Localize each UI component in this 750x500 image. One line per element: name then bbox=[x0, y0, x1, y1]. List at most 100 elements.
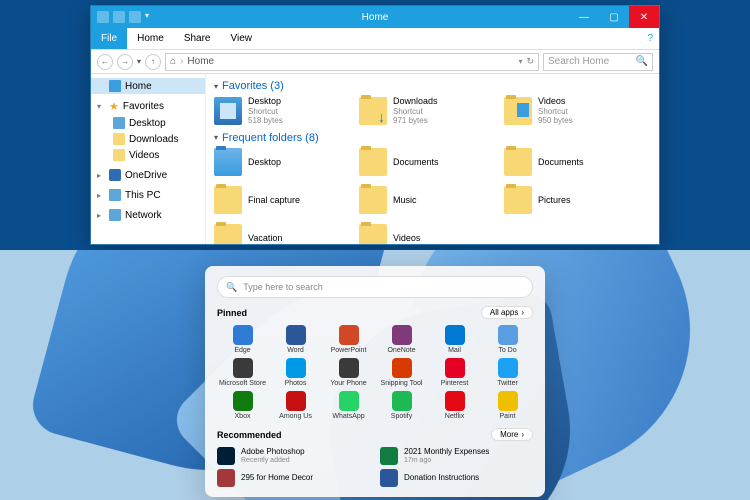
pinned-app[interactable]: Photos bbox=[270, 358, 321, 387]
nav-desktop[interactable]: Desktop bbox=[91, 115, 205, 131]
folder-icon bbox=[504, 186, 532, 214]
pinned-app[interactable]: Among Us bbox=[270, 391, 321, 420]
home-icon bbox=[109, 80, 121, 92]
close-button[interactable]: ✕ bbox=[629, 6, 659, 28]
pinned-app[interactable]: OneNote bbox=[376, 325, 427, 354]
frequent-folder[interactable]: Music bbox=[359, 186, 494, 214]
frequent-header[interactable]: ▾Frequent folders (8) bbox=[214, 132, 651, 144]
recommended-item[interactable]: 2021 Monthly Expenses 17m ago bbox=[380, 447, 533, 465]
app-label: PowerPoint bbox=[331, 347, 367, 354]
app-icon bbox=[392, 358, 412, 378]
tab-home[interactable]: Home bbox=[127, 28, 174, 49]
nav-thispc[interactable]: ▸This PC bbox=[91, 187, 205, 203]
nav-network[interactable]: ▸Network bbox=[91, 207, 205, 223]
rec-name: 2021 Monthly Expenses bbox=[404, 448, 489, 457]
chevron-right-icon: › bbox=[521, 308, 524, 317]
recommended-label: Recommended bbox=[217, 430, 282, 440]
app-icon bbox=[445, 391, 465, 411]
qat-icon[interactable] bbox=[129, 11, 141, 23]
more-button[interactable]: More› bbox=[491, 428, 533, 441]
favorite-item[interactable]: Videos Shortcut 950 bytes bbox=[504, 96, 639, 126]
frequent-folder[interactable]: Desktop bbox=[214, 148, 349, 176]
chevron-down-icon[interactable]: ▾ bbox=[518, 57, 522, 66]
folder-icon bbox=[113, 149, 125, 161]
minimize-button[interactable]: — bbox=[569, 6, 599, 28]
app-label: Your Phone bbox=[330, 380, 366, 387]
recommended-item[interactable]: Adobe Photoshop Recently added bbox=[217, 447, 370, 465]
app-label: Paint bbox=[500, 413, 516, 420]
app-label: Photos bbox=[285, 380, 307, 387]
frequent-folder[interactable]: Final capture bbox=[214, 186, 349, 214]
start-search-input[interactable]: 🔍 Type here to search bbox=[217, 276, 533, 298]
nav-favorites[interactable]: ▾★Favorites bbox=[91, 98, 205, 115]
frequent-folder[interactable]: Pictures bbox=[504, 186, 639, 214]
favorite-item[interactable]: Downloads Shortcut 971 bytes bbox=[359, 96, 494, 126]
tab-file[interactable]: File bbox=[91, 28, 127, 49]
pinned-app[interactable]: Your Phone bbox=[323, 358, 374, 387]
pinned-app[interactable]: Netflix bbox=[429, 391, 480, 420]
up-button[interactable]: ↑ bbox=[145, 54, 161, 70]
folder-icon bbox=[504, 148, 532, 176]
quick-access-toolbar: ▾ bbox=[91, 11, 149, 23]
pinned-app[interactable]: Paint bbox=[482, 391, 533, 420]
file-icon bbox=[380, 447, 398, 465]
chevron-down-icon[interactable]: ▾ bbox=[137, 57, 141, 66]
nav-onedrive[interactable]: ▸OneDrive bbox=[91, 167, 205, 183]
favorites-header[interactable]: ▾Favorites (3) bbox=[214, 80, 651, 92]
app-icon bbox=[498, 358, 518, 378]
address-bar: ← → ▾ ↑ ⌂ › Home ▾ ↻ Search Home 🔍 bbox=[91, 50, 659, 74]
pinned-app[interactable]: Microsoft Store bbox=[217, 358, 268, 387]
pinned-app[interactable]: PowerPoint bbox=[323, 325, 374, 354]
qat-icon[interactable] bbox=[113, 11, 125, 23]
nav-home[interactable]: Home bbox=[91, 78, 205, 94]
favorite-item[interactable]: Desktop Shortcut 518 bytes bbox=[214, 96, 349, 126]
home-icon: ⌂ bbox=[170, 56, 176, 67]
nav-videos[interactable]: Videos bbox=[91, 147, 205, 163]
search-placeholder: Search Home bbox=[548, 56, 609, 67]
app-label: To Do bbox=[498, 347, 516, 354]
folder-icon[interactable] bbox=[97, 11, 109, 23]
pinned-app[interactable]: Pinterest bbox=[429, 358, 480, 387]
window-title: Home bbox=[362, 12, 389, 23]
rec-name: Adobe Photoshop bbox=[241, 448, 305, 457]
frequent-folder[interactable]: Documents bbox=[359, 148, 494, 176]
back-button[interactable]: ← bbox=[97, 54, 113, 70]
folder-icon bbox=[359, 186, 387, 214]
recommended-item[interactable]: 295 for Home Decor bbox=[217, 469, 370, 487]
pc-icon bbox=[109, 189, 121, 201]
frequent-folder[interactable]: Vacation bbox=[214, 224, 349, 244]
forward-button[interactable]: → bbox=[117, 54, 133, 70]
frequent-folder[interactable]: Documents bbox=[504, 148, 639, 176]
pinned-app[interactable]: Word bbox=[270, 325, 321, 354]
pinned-app[interactable]: Mail bbox=[429, 325, 480, 354]
all-apps-button[interactable]: All apps› bbox=[481, 306, 533, 319]
recommended-item[interactable]: Donation Instructions bbox=[380, 469, 533, 487]
app-label: Microsoft Store bbox=[219, 380, 266, 387]
titlebar[interactable]: ▾ Home — ▢ ✕ bbox=[91, 6, 659, 28]
app-icon bbox=[498, 325, 518, 345]
tab-view[interactable]: View bbox=[221, 28, 263, 49]
refresh-icon[interactable]: ↻ bbox=[526, 56, 534, 67]
pinned-app[interactable]: Edge bbox=[217, 325, 268, 354]
pinned-app[interactable]: Twitter bbox=[482, 358, 533, 387]
pinned-app[interactable]: Spotify bbox=[376, 391, 427, 420]
chevron-down-icon[interactable]: ▾ bbox=[145, 11, 149, 23]
frequent-folder[interactable]: Videos bbox=[359, 224, 494, 244]
folder-icon bbox=[359, 148, 387, 176]
folder-icon bbox=[113, 133, 125, 145]
breadcrumb[interactable]: ⌂ › Home ▾ ↻ bbox=[165, 53, 539, 71]
pinned-app[interactable]: Xbox bbox=[217, 391, 268, 420]
chevron-right-icon: › bbox=[521, 430, 524, 439]
maximize-button[interactable]: ▢ bbox=[599, 6, 629, 28]
nav-downloads[interactable]: Downloads bbox=[91, 131, 205, 147]
win8-desktop-bg: ▾ Home — ▢ ✕ File Home Share View ? ← → … bbox=[0, 0, 750, 250]
pinned-app[interactable]: WhatsApp bbox=[323, 391, 374, 420]
pinned-app[interactable]: To Do bbox=[482, 325, 533, 354]
pinned-app[interactable]: Snipping Tool bbox=[376, 358, 427, 387]
tab-share[interactable]: Share bbox=[174, 28, 221, 49]
search-input[interactable]: Search Home 🔍 bbox=[543, 53, 653, 71]
start-menu: 🔍 Type here to search Pinned All apps› E… bbox=[205, 266, 545, 497]
help-icon[interactable]: ? bbox=[647, 33, 659, 44]
shortcut-icon bbox=[504, 97, 532, 125]
folder-icon bbox=[214, 148, 242, 176]
